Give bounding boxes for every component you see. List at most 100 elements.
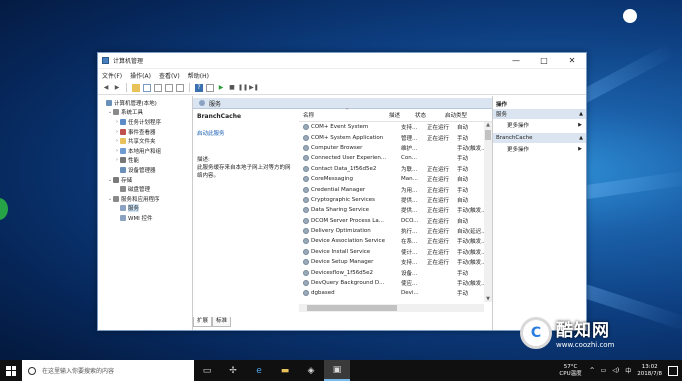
- tree-item[interactable]: › 共享文件夹: [98, 136, 192, 146]
- store-icon[interactable]: ◈: [298, 360, 324, 381]
- service-description-cell: Devi...: [401, 290, 419, 297]
- network-icon[interactable]: ▭: [601, 367, 607, 374]
- side-widget[interactable]: [0, 198, 8, 220]
- column-header-description[interactable]: 描述: [389, 111, 415, 119]
- input-language[interactable]: 中: [625, 366, 631, 375]
- service-gear-icon: [303, 238, 309, 245]
- tree-item[interactable]: › 任务计划程序: [98, 117, 192, 127]
- tree-item[interactable]: ⌄ 系统工具: [98, 108, 192, 118]
- fan-app-icon[interactable]: ✢: [220, 360, 246, 381]
- service-row[interactable]: Connected User Experien... Con... 手动: [299, 153, 492, 163]
- more-actions-item[interactable]: 更多操作 ▶: [493, 143, 586, 154]
- service-row[interactable]: Contact Data_1f56d5e2 为联... 正在运行 手动: [299, 164, 492, 174]
- tree-item[interactable]: ⌄ 存储: [98, 175, 192, 185]
- file-explorer-icon[interactable]: ▬: [272, 360, 298, 381]
- notification-center-icon[interactable]: [668, 365, 678, 376]
- service-row[interactable]: dgbased Devi... 手动: [299, 288, 492, 298]
- tree-item[interactable]: › 事件查看器: [98, 127, 192, 137]
- menu-action[interactable]: 操作(A): [130, 71, 151, 80]
- service-row[interactable]: COM+ Event System 支持... 正在运行 自动: [299, 122, 492, 132]
- tree-item[interactable]: 设备管理器: [98, 165, 192, 175]
- start-button[interactable]: [0, 360, 22, 381]
- vertical-scrollbar[interactable]: ▲ ▼: [484, 122, 492, 302]
- menu-file[interactable]: 文件(F): [102, 71, 122, 80]
- tree-item[interactable]: WMI 控件: [98, 213, 192, 223]
- service-row[interactable]: Computer Browser 维护... 手动(触发...: [299, 143, 492, 153]
- tree-item[interactable]: 磁盘管理: [98, 184, 192, 194]
- cpu-temperature[interactable]: 57°C CPU温度: [559, 364, 581, 378]
- scroll-up-icon[interactable]: ▲: [484, 122, 492, 128]
- show-tree-icon[interactable]: [143, 83, 151, 92]
- task-view-icon[interactable]: ▭: [194, 360, 220, 381]
- column-header-status[interactable]: 状态: [415, 111, 445, 119]
- service-row[interactable]: Device Setup Manager 支持... 正在运行 手动(触发...: [299, 257, 492, 267]
- service-name: CoreMessaging: [311, 176, 353, 183]
- service-row[interactable]: Devicesflow_1f56d5e2 设备... 手动: [299, 267, 492, 277]
- service-description-cell: 使应...: [401, 281, 418, 288]
- tree-item[interactable]: › 性能: [98, 156, 192, 166]
- service-row[interactable]: CoreMessaging Man... 正在运行 自动: [299, 174, 492, 184]
- taskbar-search[interactable]: 在这里输入你要搜索的内容: [22, 360, 194, 381]
- help-icon[interactable]: ?: [195, 83, 203, 92]
- service-row[interactable]: Delivery Optimization 执行... 正在运行 自动(延迟...: [299, 226, 492, 236]
- column-header-name[interactable]: 名称: [299, 111, 389, 119]
- title-bar[interactable]: 计算机管理 — □ ✕: [98, 53, 586, 69]
- tab-extended[interactable]: 扩展: [193, 317, 213, 327]
- forward-icon[interactable]: ▶: [113, 84, 121, 92]
- restart-service-icon[interactable]: ▶❚: [249, 84, 259, 92]
- properties-icon[interactable]: [176, 83, 184, 92]
- tree-item[interactable]: 服务: [98, 204, 192, 214]
- service-name: Connected User Experien...: [311, 155, 387, 162]
- console-icon[interactable]: [206, 83, 214, 92]
- collapse-icon[interactable]: ▲: [579, 111, 583, 117]
- pause-service-icon[interactable]: ❚❚: [238, 84, 248, 92]
- service-row[interactable]: DevQuery Background D... 使应... 手动(触发...: [299, 278, 492, 288]
- collapse-icon[interactable]: ▲: [579, 135, 583, 141]
- tree-item[interactable]: › 本地用户和组: [98, 146, 192, 156]
- tab-standard[interactable]: 标准: [212, 317, 232, 327]
- start-service-link[interactable]: 启动此服务: [197, 129, 294, 137]
- service-row[interactable]: COM+ System Application 管理... 正在运行 手动: [299, 132, 492, 142]
- edge-browser-icon[interactable]: e: [246, 360, 272, 381]
- service-gear-icon: [303, 134, 309, 141]
- show-hidden-icons-icon[interactable]: ^: [590, 367, 595, 374]
- export-list-icon[interactable]: [154, 83, 162, 92]
- minimize-button[interactable]: —: [502, 53, 530, 69]
- service-gear-icon: [303, 186, 309, 193]
- start-service-icon[interactable]: ▶: [217, 84, 225, 92]
- service-detail-panel: BranchCache 启动此服务 描述: 此服务缓存来自本地子网上对等方的网络…: [193, 109, 298, 184]
- service-row[interactable]: DCOM Server Process La... DCO... 正在运行 自动: [299, 216, 492, 226]
- computer-management-taskbar-icon[interactable]: ▣: [324, 360, 350, 381]
- more-actions-item[interactable]: 更多操作 ▶: [493, 119, 586, 130]
- menu-view[interactable]: 查看(V): [159, 71, 180, 80]
- disk-icon: [120, 186, 126, 193]
- volume-icon[interactable]: ◁): [612, 367, 619, 374]
- horizontal-scrollbar[interactable]: [299, 304, 484, 312]
- maximize-button[interactable]: □: [530, 53, 558, 69]
- hscroll-thumb[interactable]: [307, 305, 397, 311]
- close-button[interactable]: ✕: [558, 53, 586, 69]
- service-row[interactable]: Device Association Service 在系... 正在运行 手动(触发…: [299, 236, 492, 246]
- tree-item[interactable]: ⌄ 服务和应用程序: [98, 194, 192, 204]
- stop-service-icon[interactable]: ■: [228, 84, 236, 92]
- scroll-down-icon[interactable]: ▼: [484, 296, 492, 302]
- folder-up-icon[interactable]: [132, 83, 140, 92]
- back-icon[interactable]: ◀: [102, 84, 110, 92]
- column-header-startup-type[interactable]: 启动类型: [445, 111, 475, 119]
- service-startup-type: 手动(触发...: [457, 249, 487, 256]
- service-row[interactable]: Cryptographic Services 提供... 正在运行 自动: [299, 195, 492, 205]
- service-row[interactable]: Credential Manager 为用... 正在运行 手动: [299, 184, 492, 194]
- service-status: 正在运行: [427, 166, 450, 173]
- actions-section-branchcache[interactable]: BranchCache ▲: [493, 133, 586, 143]
- service-row[interactable]: Device Install Service 使计... 正在运行 手动(触发...: [299, 247, 492, 257]
- clock[interactable]: 13:02 2018/7/8: [637, 364, 662, 378]
- scroll-thumb[interactable]: [485, 130, 491, 140]
- refresh-icon[interactable]: [165, 83, 173, 92]
- desktop-tray-icon[interactable]: [623, 9, 637, 23]
- service-description-cell: 支持...: [401, 125, 418, 132]
- folder-icon: [120, 138, 126, 145]
- tree-item[interactable]: 计算机管理(本地): [98, 98, 192, 108]
- actions-section-services[interactable]: 服务 ▲: [493, 109, 586, 119]
- menu-help[interactable]: 帮助(H): [188, 71, 209, 80]
- service-row[interactable]: Data Sharing Service 提供... 正在运行 手动(触发...: [299, 205, 492, 215]
